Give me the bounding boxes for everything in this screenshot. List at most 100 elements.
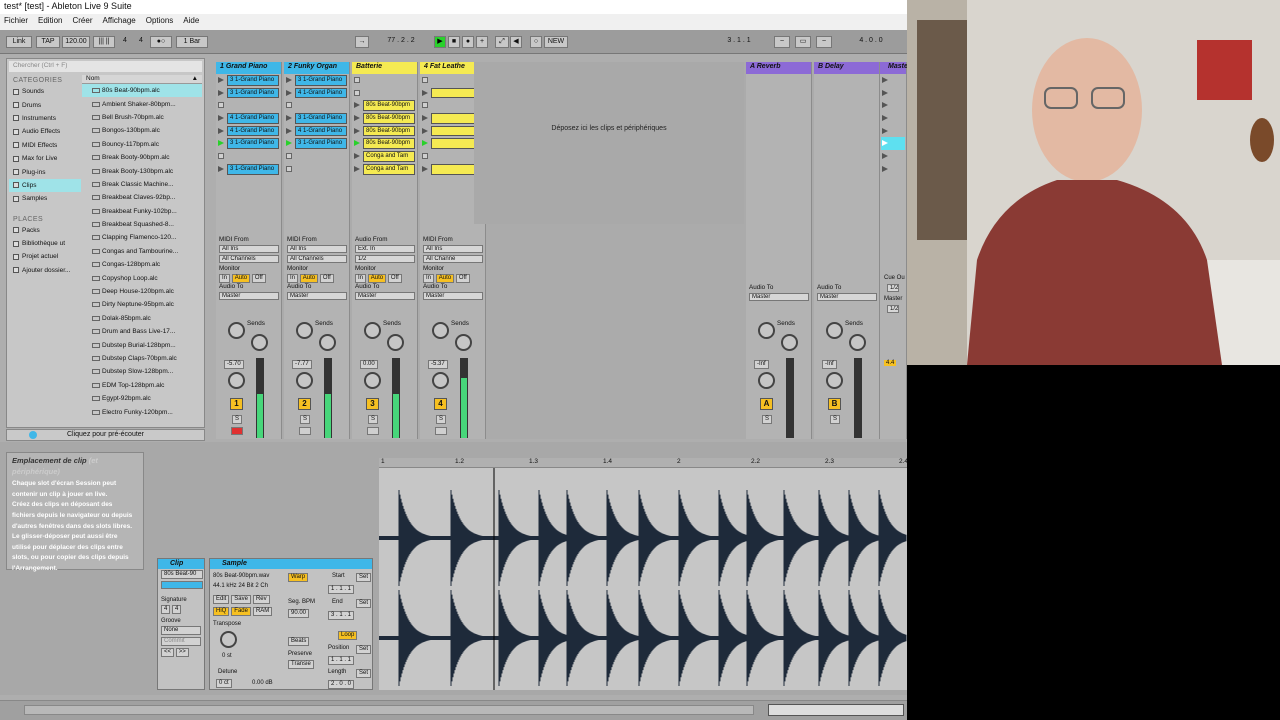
- clip-launch-icon[interactable]: [218, 89, 224, 96]
- file-item[interactable]: Breakbeat Funky-102bp...: [82, 205, 202, 218]
- category-sounds[interactable]: Sounds: [9, 85, 81, 98]
- track-activator[interactable]: 4: [434, 398, 447, 410]
- clip[interactable]: 3 1-Grand Piano: [227, 163, 279, 175]
- transpose-knob[interactable]: [220, 631, 237, 648]
- monitor-auto[interactable]: Auto: [299, 274, 319, 283]
- send-a-knob[interactable]: [758, 322, 775, 339]
- file-item[interactable]: Egypt-92bpm.alc: [82, 392, 202, 405]
- output-select[interactable]: Master: [423, 292, 483, 300]
- category-drums[interactable]: Drums: [9, 98, 81, 111]
- category-instruments[interactable]: Instruments: [9, 112, 81, 125]
- solo-button[interactable]: S: [830, 415, 841, 424]
- sample-waveform-display[interactable]: 1 1.2 1.3 1.4 2 2.2 2.3 2.4: [379, 458, 907, 690]
- clip-stop-icon[interactable]: [286, 153, 292, 160]
- clip[interactable]: 4 1-Grand Piano: [295, 125, 347, 137]
- clip-slot[interactable]: [353, 74, 416, 87]
- file-item[interactable]: Congas-128bpm.alc: [82, 258, 202, 271]
- track-title[interactable]: 2 Funky Organ: [284, 62, 349, 74]
- clip-panel-title[interactable]: Clip: [158, 559, 204, 569]
- send-a-knob[interactable]: [296, 322, 313, 339]
- input-source-select[interactable]: Ext. In: [355, 245, 415, 253]
- file-list-header[interactable]: Nom ▲: [82, 75, 202, 84]
- file-item[interactable]: Breakbeat Squashed-8...: [82, 218, 202, 231]
- input-channel-select[interactable]: 1/2: [355, 255, 415, 263]
- clip-launch-icon[interactable]: [286, 89, 292, 96]
- detune-field[interactable]: 0 ct: [216, 679, 232, 688]
- reverse-button[interactable]: Rev: [252, 595, 270, 604]
- send-b-knob[interactable]: [319, 334, 336, 351]
- return-title[interactable]: B Delay: [814, 62, 879, 74]
- start-set-button[interactable]: Set: [356, 573, 372, 582]
- track-activator[interactable]: 1: [230, 398, 243, 410]
- clip[interactable]: Conga and Tam: [363, 151, 415, 162]
- clip[interactable]: 3 1-Grand Piano: [227, 87, 279, 99]
- solo-button[interactable]: S: [762, 415, 773, 424]
- file-item[interactable]: Break Classic Machine...: [82, 178, 202, 191]
- file-item[interactable]: Deep House-120bpm.alc: [82, 285, 202, 298]
- nudge-buttons[interactable]: ||| ||: [93, 36, 115, 48]
- clip-sig-den[interactable]: 4: [172, 605, 182, 614]
- link-button[interactable]: Link: [6, 36, 32, 48]
- overview-keys-icon[interactable]: [768, 704, 904, 716]
- browser-search-input[interactable]: Chercher (Ctrl + F): [9, 61, 202, 72]
- clip-launch-icon[interactable]: [422, 165, 428, 172]
- clip-launch-icon[interactable]: [218, 140, 224, 147]
- solo-button[interactable]: S: [232, 415, 243, 424]
- send-b-knob[interactable]: [849, 334, 866, 351]
- arm-button[interactable]: [367, 427, 379, 435]
- nudge-forward-icon[interactable]: >>: [175, 648, 189, 657]
- monitor-auto[interactable]: Auto: [231, 274, 251, 283]
- send-b-knob[interactable]: [781, 334, 798, 351]
- sample-panel-title[interactable]: Sample: [210, 559, 372, 569]
- file-item[interactable]: 80s Beat-90bpm.alc: [82, 84, 202, 98]
- return-output-select[interactable]: Master: [817, 293, 877, 301]
- scene-launch-icon[interactable]: [882, 115, 888, 122]
- preserve-select[interactable]: Transie: [288, 660, 314, 669]
- cue-out-select[interactable]: 1/2: [887, 284, 900, 292]
- clip-launch-icon[interactable]: [218, 127, 224, 134]
- file-item[interactable]: EDM Top-128bpm.alc: [82, 379, 202, 392]
- record-button[interactable]: ●: [462, 36, 474, 48]
- clip-launch-icon[interactable]: [422, 115, 428, 122]
- solo-button[interactable]: S: [436, 415, 447, 424]
- input-source-select[interactable]: All Ins: [423, 245, 483, 253]
- scene-launch-icon[interactable]: [882, 165, 888, 172]
- scene-launch-icon[interactable]: [882, 140, 888, 147]
- master-volume[interactable]: 4.4: [884, 360, 897, 366]
- scene-launch-slot[interactable]: [881, 112, 905, 125]
- punch-out-icon[interactable]: ~: [816, 36, 832, 48]
- volume-field[interactable]: 0.00: [360, 360, 378, 369]
- clip-launch-icon[interactable]: [354, 165, 360, 172]
- clip-slot[interactable]: 80s Beat-90bpm: [353, 112, 416, 125]
- clip-sig-num[interactable]: 4: [161, 605, 171, 614]
- clip-slot[interactable]: 3 1-Grand Piano: [285, 112, 348, 125]
- arm-button[interactable]: [231, 427, 243, 435]
- place-user-library[interactable]: Bibliothèque ut: [9, 237, 81, 250]
- clip-slot[interactable]: 3 1-Grand Piano: [217, 74, 280, 87]
- clip-stop-icon[interactable]: [422, 153, 428, 160]
- scene-launch-icon[interactable]: [882, 102, 888, 109]
- clip-launch-icon[interactable]: [354, 140, 360, 147]
- preview-bar[interactable]: Cliquez pour pré-écouter: [6, 429, 205, 441]
- clip-slot[interactable]: [217, 99, 280, 112]
- clip-slot[interactable]: [217, 150, 280, 163]
- clip-name-field[interactable]: 80s Beat-90: [161, 570, 203, 579]
- file-item[interactable]: Copyshop Loop.alc: [82, 271, 202, 284]
- file-item[interactable]: Dubstep Slow-128bpm...: [82, 365, 202, 378]
- send-a-knob[interactable]: [826, 322, 843, 339]
- file-item[interactable]: Dubstep Burial-128bpm...: [82, 338, 202, 351]
- category-midi-effects[interactable]: MIDI Effects: [9, 139, 81, 152]
- clip-slot[interactable]: 4 1-Grand Piano: [285, 125, 348, 138]
- pan-knob[interactable]: [826, 372, 843, 389]
- output-select[interactable]: Master: [287, 292, 347, 300]
- input-source-select[interactable]: All Ins: [287, 245, 347, 253]
- volume-field[interactable]: -5.37: [428, 360, 448, 369]
- clip[interactable]: 3 1-Grand Piano: [227, 138, 279, 150]
- menu-fichier[interactable]: Fichier: [4, 16, 28, 28]
- return-activator[interactable]: A: [760, 398, 773, 410]
- place-packs[interactable]: Packs: [9, 224, 81, 237]
- capture-icon[interactable]: ○: [530, 36, 542, 48]
- file-item[interactable]: Dirty Neptune-95bpm.alc: [82, 298, 202, 311]
- automation-arm-icon[interactable]: ⤢: [495, 36, 509, 48]
- stop-button[interactable]: ■: [448, 36, 460, 48]
